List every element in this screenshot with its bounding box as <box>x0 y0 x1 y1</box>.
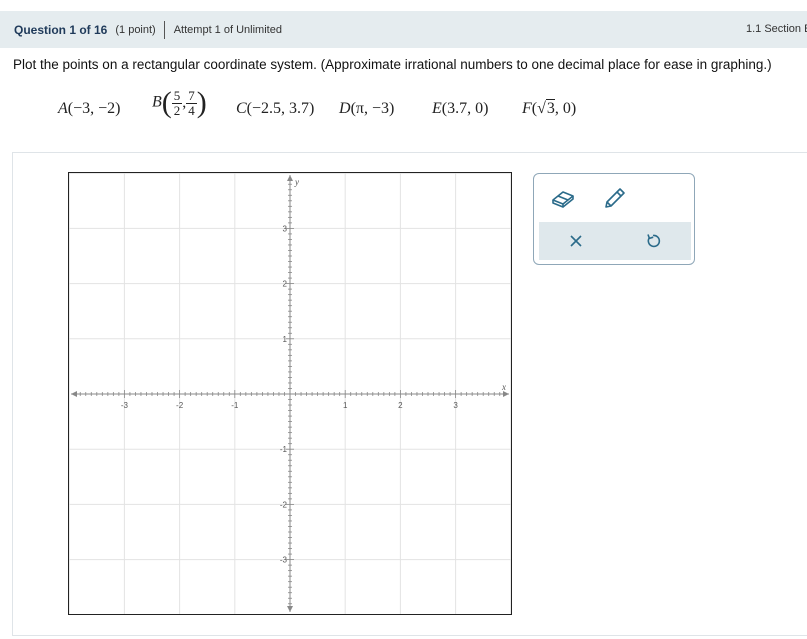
attempt-counter: Attempt 1 of Unlimited <box>173 23 282 36</box>
y-axis-label: y <box>294 177 299 187</box>
y-tick-label: 3 <box>283 224 288 233</box>
point-f-tail: , 0) <box>554 100 577 117</box>
point-d: D(π, −3) <box>339 100 394 118</box>
undo-icon <box>647 234 661 248</box>
pencil-button[interactable] <box>597 180 633 216</box>
point-c-name: C <box>236 100 247 117</box>
point-d-name: D <box>339 100 351 117</box>
y-tick-label: -1 <box>280 445 288 454</box>
y-axis-arrow-up <box>287 175 293 181</box>
point-b-y-denominator: 4 <box>188 102 195 118</box>
eraser-icon <box>552 191 574 208</box>
point-b-close-paren: ) <box>196 86 207 119</box>
question-points: (1 point) <box>115 23 156 36</box>
y-axis-arrow-down <box>287 606 293 612</box>
section-label: 1.1 Section E <box>746 23 807 35</box>
point-b-x-fraction: 52 <box>171 87 183 118</box>
drawing-toolbox <box>533 173 695 265</box>
point-f: F(√3, 0) <box>522 99 577 118</box>
coordinate-plane[interactable]: -3 -2 -1 1 2 3 -3 -2 -1 1 2 3 x y <box>68 172 512 615</box>
point-b-name: B <box>152 93 162 111</box>
point-e: E(3.7, 0) <box>432 100 488 118</box>
point-b-y-fraction: 74 <box>186 87 197 118</box>
point-f-open-paren: (√ <box>531 100 546 117</box>
y-tick-label: -2 <box>280 500 288 509</box>
x-tick-label: -1 <box>231 401 239 410</box>
close-icon <box>570 235 582 247</box>
eraser-button[interactable] <box>545 180 581 216</box>
header-divider <box>163 20 165 39</box>
point-a-name: A <box>58 100 68 117</box>
point-b: B(5 2, 7 4) <box>152 88 207 118</box>
x-tick-label: -3 <box>121 401 129 410</box>
x-tick-label: 2 <box>398 401 403 410</box>
point-c-coords: (−2.5, 3.7) <box>246 100 315 117</box>
point-b-open-paren: ( <box>161 86 172 119</box>
point-e-name: E <box>432 100 442 117</box>
undo-button[interactable] <box>635 223 671 259</box>
y-tick-label: -3 <box>280 556 288 565</box>
point-b-y-numerator: 7 <box>186 87 197 104</box>
x-tick-label: -2 <box>176 401 184 410</box>
point-e-coords: (3.7, 0) <box>441 100 489 117</box>
point-f-radicand: 3 <box>545 99 555 117</box>
x-axis-label: x <box>501 382 506 392</box>
question-header: Question 1 of 16 (1 point) Attempt 1 of … <box>0 11 807 48</box>
point-d-coords: (π, −3) <box>350 100 395 117</box>
pencil-icon <box>605 188 625 208</box>
y-tick-label: 2 <box>283 280 288 289</box>
coordinate-plane-svg[interactable]: -3 -2 -1 1 2 3 -3 -2 -1 1 2 3 x y <box>69 173 511 614</box>
point-a-coords: (−3, −2) <box>67 100 121 117</box>
point-b-x-numerator: 5 <box>171 87 183 104</box>
x-tick-label: 1 <box>343 401 348 410</box>
point-b-x-denominator: 2 <box>173 102 181 118</box>
point-c: C(−2.5, 3.7) <box>236 100 314 118</box>
x-axis-arrow-left <box>71 391 77 397</box>
point-a: A(−3, −2) <box>58 100 120 118</box>
clear-button[interactable] <box>558 223 594 259</box>
question-instruction: Plot the points on a rectangular coordin… <box>13 57 772 72</box>
x-tick-label: 3 <box>453 401 458 410</box>
toolbox-action-row <box>539 222 691 260</box>
point-f-name: F <box>522 100 532 117</box>
question-number: Question 1 of 16 <box>14 22 108 37</box>
y-tick-label: 1 <box>283 335 288 344</box>
point-list: A(−3, −2) B(5 2, 7 4) C(−2.5, 3.7) D(π, −3)… <box>0 86 807 134</box>
